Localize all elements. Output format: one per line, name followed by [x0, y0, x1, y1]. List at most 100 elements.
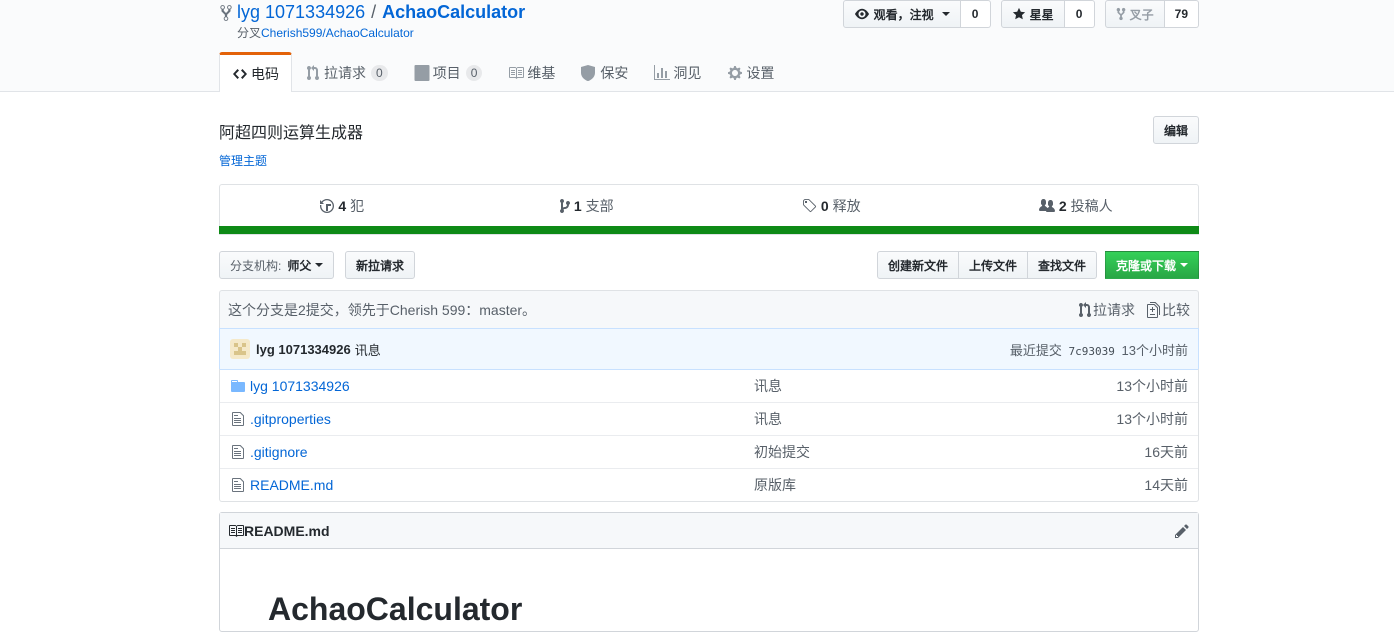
identicon-icon [234, 343, 246, 355]
readme-filename: README.md [244, 522, 330, 539]
edit-description-button[interactable]: 编辑 [1153, 116, 1199, 144]
repo-name-link[interactable]: AchaoCalculator [382, 2, 525, 23]
tab-pull-requests[interactable]: 拉请求 0 [292, 52, 401, 92]
tab-insights[interactable]: 洞见 [641, 52, 714, 92]
commits-label: 犯 [350, 198, 365, 214]
tab-wiki[interactable]: 维基 [495, 52, 568, 92]
repo-forked-icon [220, 4, 232, 21]
commits-count: 4 [338, 198, 347, 214]
watch-button[interactable]: 观看，注视 [842, 0, 961, 28]
file-commit-message[interactable]: 原版库 [754, 475, 1144, 495]
commit-message-link[interactable]: 讯息 [355, 340, 381, 359]
pull-requests-counter: 0 [371, 64, 388, 81]
tab-projects[interactable]: 项目 0 [401, 52, 496, 92]
file-icon [232, 412, 244, 426]
fork-icon [1116, 7, 1126, 21]
gear-icon [728, 65, 743, 80]
branch-pull-request-label: 拉请求 [1093, 301, 1135, 318]
file-icon [232, 478, 244, 492]
file-age: 13个小时前 [1116, 411, 1188, 427]
file-commit-message[interactable]: 讯息 [754, 376, 1116, 396]
branches-label: 支部 [585, 198, 614, 214]
releases-link[interactable]: 0 释放 [709, 185, 954, 227]
repo-title: lyg 1071334926 / AchaoCalculator [219, 2, 525, 23]
history-icon [320, 199, 335, 213]
forked-from-link[interactable]: Cherish599/AchaoCalculator [261, 26, 414, 40]
branch-select-value: 师父 [287, 258, 312, 273]
repo-nav-tabs: 电码 拉请求 0 项目 0 维基 保安 洞见 设置 [219, 52, 787, 92]
watch-count[interactable]: 0 [960, 0, 991, 28]
repo-header: lyg 1071334926 / AchaoCalculator 分叉Cheri… [0, 0, 1394, 92]
tab-label: 项目 [432, 64, 461, 81]
tab-code[interactable]: 电码 [219, 52, 292, 92]
repo-description: 阿超四则运算生成器 [219, 125, 364, 142]
pull-request-icon [307, 64, 319, 80]
commits-link[interactable]: 4 犯 [220, 185, 465, 227]
language-bar[interactable] [219, 226, 1199, 234]
commit-author-link[interactable]: lyg 1071334926 [256, 342, 351, 357]
tab-label: 洞见 [673, 64, 702, 81]
file-navigation: 分支机构: 师父 新拉请求 创建新文件 上传文件 查找文件 克隆或下载 [219, 251, 1199, 279]
file-name-link[interactable]: .gitproperties [250, 411, 754, 427]
latest-commit-age: 13个小时前 [1121, 342, 1188, 358]
star-count[interactable]: 0 [1064, 0, 1095, 28]
tab-label: 电码 [251, 65, 279, 82]
commit-sha-link[interactable]: 7c93039 [1069, 345, 1115, 358]
branch-select-label: 分支机构: [230, 258, 282, 273]
file-name-link[interactable]: .gitignore [250, 444, 754, 460]
star-button[interactable]: 星星 [1000, 0, 1065, 28]
file-name-link[interactable]: README.md [250, 477, 754, 493]
manage-topics-link[interactable]: 管理主题 [219, 152, 267, 169]
branch-actions: 拉请求 比较 [1079, 300, 1190, 320]
clone-download-label: 克隆或下载 [1115, 258, 1176, 273]
watch-label: 观看，注视 [873, 7, 934, 22]
upload-files-button[interactable]: 上传文件 [957, 251, 1028, 279]
fork-label: 叉子 [1129, 7, 1154, 22]
avatar[interactable] [230, 339, 250, 359]
file-age: 13个小时前 [1116, 377, 1188, 394]
compare-link[interactable]: 比较 [1147, 300, 1190, 320]
pencil-icon[interactable] [1174, 523, 1190, 539]
eye-icon [854, 8, 869, 20]
fork-button[interactable]: 叉子 [1104, 0, 1165, 28]
tab-security[interactable]: 保安 [568, 52, 641, 92]
compare-label: 比较 [1162, 301, 1190, 318]
people-icon [1038, 199, 1055, 212]
table-row: lyg 1071334926 讯息 13个小时前 [220, 369, 1198, 402]
file-name-link[interactable]: lyg 1071334926 [250, 378, 754, 394]
branches-link[interactable]: 1 支部 [465, 185, 710, 227]
contributors-link[interactable]: 2 投稿人 [954, 185, 1199, 227]
path-separator: / [371, 2, 377, 22]
watch-group: 观看，注视 0 [842, 0, 991, 28]
find-file-button[interactable]: 查找文件 [1026, 251, 1097, 279]
branch-pull-request-link[interactable]: 拉请求 [1079, 300, 1135, 320]
commit-tease: lyg 1071334926 讯息 最近提交 7c93039 13个小时前 [219, 328, 1199, 370]
new-pull-request-button[interactable]: 新拉请求 [345, 251, 416, 279]
forked-from: 分叉Cherish599/AchaoCalculator [237, 24, 414, 41]
file-commit-message[interactable]: 讯息 [754, 409, 1116, 429]
contributors-label: 投稿人 [1070, 198, 1113, 214]
create-new-file-button[interactable]: 创建新文件 [876, 251, 959, 279]
branch-select-button[interactable]: 分支机构: 师父 [219, 251, 335, 279]
file-commit-message[interactable]: 初始提交 [754, 442, 1144, 462]
fork-count[interactable]: 79 [1164, 0, 1199, 28]
shield-icon [581, 64, 596, 81]
tab-label: 维基 [527, 64, 556, 81]
pagehead-actions: 观看，注视 0 星星 0 叉子 79 [842, 0, 1199, 28]
star-icon [1012, 7, 1025, 20]
folder-icon [231, 379, 245, 392]
latest-commit-prefix: 最近提交 [1009, 342, 1062, 358]
tag-icon [802, 199, 816, 213]
chevron-down-icon [941, 12, 950, 16]
diff-icon [1147, 301, 1160, 318]
repo-owner-link[interactable]: lyg 1071334926 [237, 2, 365, 23]
branch-icon [559, 199, 570, 213]
tab-label: 保安 [600, 64, 629, 81]
clone-download-button[interactable]: 克隆或下载 [1104, 251, 1199, 279]
releases-count: 0 [820, 198, 829, 214]
branch-infobar: 这个分支是2提交，领先于Cherish 599：master。 拉请求 比较 [219, 290, 1199, 328]
readme-header: README.md [220, 513, 1198, 549]
tab-settings[interactable]: 设置 [714, 52, 787, 92]
code-icon [233, 68, 247, 79]
tab-label: 拉请求 [324, 64, 366, 81]
